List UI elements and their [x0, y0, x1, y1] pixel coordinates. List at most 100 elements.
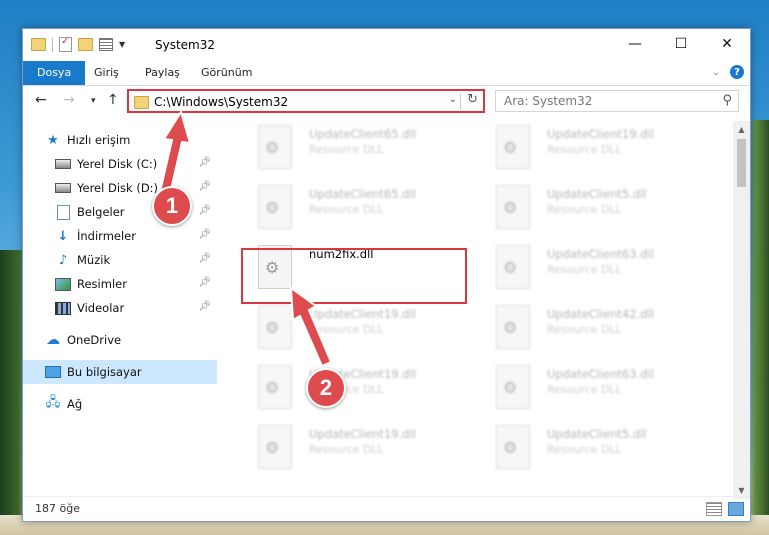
file-item[interactable]: UpdateClient5.dll Resource DLL: [479, 421, 709, 477]
sidebar-item-label: Bu bilgisayar: [67, 365, 142, 379]
address-dropdown-chevron-icon[interactable]: ⌄: [449, 94, 457, 105]
file-type: Resource DLL: [309, 203, 384, 216]
forward-arrow-icon[interactable]: →: [63, 92, 75, 108]
properties-icon[interactable]: [59, 36, 72, 52]
sidebar-item-label: İndirmeler: [77, 229, 136, 243]
up-arrow-icon[interactable]: ↑: [107, 92, 119, 108]
pin-icon[interactable]: 📌︎: [198, 181, 211, 192]
pin-icon[interactable]: 📌︎: [198, 301, 211, 312]
tab-giris[interactable]: Giriş: [80, 61, 133, 85]
file-item[interactable]: UpdateClient19.dll Resource DLL: [241, 421, 471, 477]
dll-file-icon: [496, 125, 530, 169]
sidebar-item-this-pc[interactable]: Bu bilgisayar: [23, 360, 217, 384]
address-folder-icon: [134, 96, 149, 109]
file-item[interactable]: UpdateClient5.dll Resource DLL: [479, 181, 709, 237]
sidebar-item-local-disk-c[interactable]: Yerel Disk (C:) 📌︎: [23, 152, 217, 176]
sidebar-item-label: Videolar: [77, 301, 125, 315]
sidebar-item-quick-access[interactable]: ★ Hızlı erişim: [23, 128, 217, 152]
dll-file-icon: [496, 365, 530, 409]
pin-icon[interactable]: 📌︎: [198, 205, 211, 216]
file-item[interactable]: UpdateClient19.dll Resource DLL: [241, 301, 471, 357]
dll-file-icon: [496, 185, 530, 229]
scroll-up-arrow-icon[interactable]: ▲: [733, 121, 750, 138]
sidebar-item-downloads[interactable]: ↓ İndirmeler 📌︎: [23, 224, 217, 248]
navigation-pane: ★ Hızlı erişim Yerel Disk (C:) 📌︎ Yerel …: [23, 124, 217, 494]
file-item[interactable]: UpdateClient19.dll Resource DLL: [241, 361, 471, 417]
ribbon-tabs: Dosya Giriş Paylaş Görünüm ⌄ ?: [23, 61, 750, 86]
pin-icon[interactable]: 📌︎: [198, 157, 211, 168]
tab-paylas[interactable]: Paylaş: [131, 61, 194, 85]
file-item[interactable]: UpdateClient63.dll Resource DLL: [479, 361, 709, 417]
sidebar-item-network[interactable]: 🖧︎ Ağ: [23, 392, 217, 416]
file-item[interactable]: UpdateClient63.dll Resource DLL: [479, 241, 709, 297]
search-placeholder: Ara: System32: [504, 94, 593, 108]
callout-badge-2: 2: [306, 368, 346, 408]
computer-icon: [45, 366, 61, 378]
maximize-button[interactable]: ☐: [658, 29, 704, 59]
search-input[interactable]: Ara: System32 ⚲: [495, 90, 739, 112]
recent-locations-chevron-icon[interactable]: ▾: [91, 96, 96, 106]
dll-file-icon: [258, 365, 292, 409]
search-icon[interactable]: ⚲: [722, 93, 732, 108]
title-bar: ▼ System32 — ☐ ✕: [23, 29, 750, 61]
file-name: UpdateClient65.dll: [309, 127, 416, 141]
file-item[interactable]: UpdateClient65.dll Resource DLL: [241, 181, 471, 237]
pin-icon[interactable]: 📌︎: [198, 277, 211, 288]
customize-toolbar-chevron-icon[interactable]: ▼: [119, 40, 125, 49]
minimize-button[interactable]: —: [612, 29, 658, 59]
sidebar-item-onedrive[interactable]: ☁ OneDrive: [23, 328, 217, 352]
explorer-window: ▼ System32 — ☐ ✕ Dosya Giriş Paylaş Görü…: [22, 28, 751, 522]
file-item[interactable]: UpdateClient19.dll Resource DLL: [479, 121, 709, 177]
file-name: UpdateClient19.dll: [309, 427, 416, 441]
file-item[interactable]: UpdateClient42.dll Resource DLL: [479, 301, 709, 357]
expand-ribbon-chevron-icon[interactable]: ⌄: [712, 67, 720, 78]
sidebar-item-label: Ağ: [67, 397, 83, 411]
scroll-thumb[interactable]: [737, 139, 746, 187]
file-name: UpdateClient19.dll: [309, 307, 416, 321]
sidebar-item-pictures[interactable]: Resimler 📌︎: [23, 272, 217, 296]
music-icon: ♪: [58, 252, 68, 268]
back-arrow-icon[interactable]: ←: [35, 92, 47, 108]
file-name: UpdateClient19.dll: [547, 127, 654, 141]
sidebar-item-music[interactable]: ♪ Müzik 📌︎: [23, 248, 217, 272]
file-type: Resource DLL: [547, 203, 622, 216]
sidebar-item-label: Resimler: [77, 277, 127, 291]
refresh-icon[interactable]: ↻: [467, 92, 478, 107]
sidebar-item-label: Yerel Disk (D:): [77, 181, 159, 195]
dll-file-icon: [496, 245, 530, 289]
file-name: UpdateClient5.dll: [547, 427, 647, 441]
pin-icon[interactable]: 📌︎: [198, 229, 211, 240]
network-icon: 🖧︎: [45, 395, 61, 410]
disk-icon: [55, 183, 71, 193]
highlight-box: [241, 248, 467, 304]
close-button[interactable]: ✕: [704, 29, 750, 59]
sidebar-item-label: OneDrive: [67, 333, 122, 347]
sidebar-item-label: Yerel Disk (C:): [77, 157, 158, 171]
tab-gorunum[interactable]: Görünüm: [187, 61, 266, 85]
dll-file-icon: [258, 185, 292, 229]
file-type: Resource DLL: [547, 443, 622, 456]
sidebar-item-label: Belgeler: [77, 205, 125, 219]
dll-file-icon: [496, 305, 530, 349]
pin-icon[interactable]: 📌︎: [198, 253, 211, 264]
star-icon: ★: [47, 132, 59, 148]
help-icon[interactable]: ?: [730, 65, 744, 79]
status-bar: 187 öğe: [23, 496, 750, 521]
views-icon[interactable]: [99, 38, 113, 51]
tab-dosya[interactable]: Dosya: [23, 61, 86, 85]
sidebar-item-label: Hızlı erişim: [67, 133, 131, 147]
new-folder-icon[interactable]: [78, 38, 93, 51]
vertical-scrollbar[interactable]: ▲ ▼: [733, 121, 750, 499]
sidebar-item-label: Müzik: [77, 253, 111, 267]
folder-icon: [31, 38, 46, 51]
sidebar-item-videos[interactable]: Videolar 📌︎: [23, 296, 217, 320]
file-type: Resource DLL: [547, 143, 622, 156]
file-name: UpdateClient63.dll: [547, 367, 654, 381]
file-type: Resource DLL: [547, 323, 622, 336]
file-item[interactable]: UpdateClient65.dll Resource DLL: [241, 121, 471, 177]
file-list: UpdateClient65.dll Resource DLL UpdateCl…: [223, 121, 731, 495]
details-view-icon[interactable]: [706, 502, 722, 516]
address-path[interactable]: C:\Windows\System32: [154, 95, 288, 109]
large-icons-view-icon[interactable]: [728, 502, 744, 516]
address-bar[interactable]: C:\Windows\System32 ⌄ ↻: [127, 89, 485, 113]
